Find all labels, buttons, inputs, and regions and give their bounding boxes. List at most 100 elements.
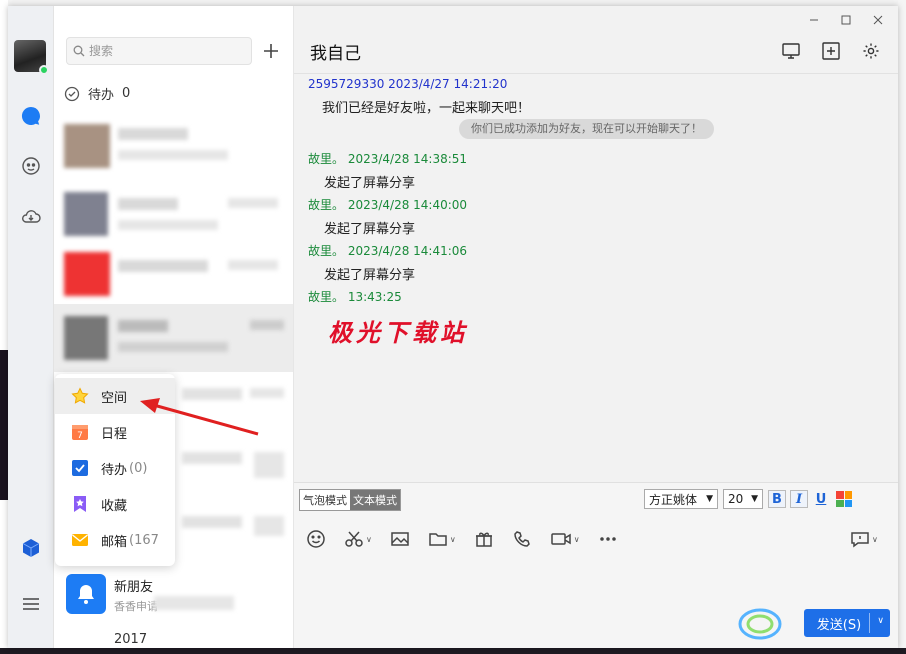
close-button[interactable]: [864, 10, 892, 30]
settings-gear-icon[interactable]: [860, 40, 882, 62]
todo-count: 0: [122, 86, 131, 101]
minimize-button[interactable]: [800, 10, 828, 30]
search-box[interactable]: [66, 37, 252, 65]
menu-item-favorites[interactable]: 收藏: [55, 486, 175, 522]
menu-item-calendar[interactable]: 7 日程: [55, 414, 175, 450]
todo-summary[interactable]: 待办 0: [64, 84, 130, 103]
color-palette-icon[interactable]: [836, 491, 852, 507]
screen-share-icon[interactable]: [780, 40, 802, 62]
minimize-icon: [810, 19, 818, 21]
message-meta: 故里。 2023/4/28 14:41:06: [308, 244, 468, 258]
new-friends-subtitle: 香香申请: [114, 600, 158, 613]
contacts-icon[interactable]: [19, 154, 43, 178]
composer-toolbar: ∨ ∨ ∨: [306, 527, 636, 551]
add-button[interactable]: [259, 39, 283, 63]
todo-label: 待办: [88, 88, 115, 103]
font-family-value: 方正姚体: [649, 492, 698, 507]
list-item[interactable]: [54, 240, 293, 308]
check-circle-icon: [64, 86, 80, 101]
watermark-text: 极光下载站: [328, 318, 468, 347]
menu-item-todo[interactable]: 待办 (0): [55, 450, 175, 486]
message-text[interactable]: 发起了屏幕分享: [324, 264, 415, 283]
chevron-down-icon: ∨: [366, 534, 372, 544]
message-meta: 故里。 2023/4/28 14:40:00: [308, 198, 468, 212]
chevron-down-icon: ∨: [573, 534, 580, 544]
desktop-bottom-edge: [0, 648, 906, 654]
chat-pane: 我自己 2595729330 2023/4/27 14:21:20 我们已经是好…: [294, 6, 898, 648]
list-item[interactable]: [54, 112, 293, 180]
scissors-icon: [345, 531, 363, 547]
calendar-icon: 7: [72, 425, 88, 441]
message-text[interactable]: 发起了屏幕分享: [324, 172, 415, 191]
desktop-right-edge: [898, 0, 906, 654]
file-button[interactable]: ∨: [428, 527, 456, 551]
mail-icon: [72, 534, 88, 546]
chevron-down-icon: ∨: [872, 534, 878, 544]
maximize-icon: [841, 15, 851, 25]
close-icon: [873, 15, 883, 25]
svg-text:7: 7: [77, 431, 83, 441]
mode-toggle: 气泡模式 文本模式: [299, 489, 401, 511]
menu-item-label: 待办: [101, 462, 128, 478]
maximize-button[interactable]: [832, 10, 860, 30]
menu-item-label: 邮箱: [101, 534, 128, 550]
menu-item-mail[interactable]: 邮箱 (167: [55, 522, 175, 558]
avatar[interactable]: [14, 40, 49, 75]
chat-header: 我自己: [294, 34, 898, 74]
menu-icon[interactable]: [19, 592, 43, 616]
cloud-icon[interactable]: [19, 204, 43, 228]
menu-item-space[interactable]: 空间: [55, 378, 175, 414]
video-call-button[interactable]: ∨: [550, 527, 580, 551]
system-tip: 你们已成功添加为好友，现在可以开始聊天了！: [459, 119, 714, 139]
add-member-icon[interactable]: [820, 40, 842, 62]
menu-item-count: (167: [129, 532, 159, 548]
bookmark-star-icon: [74, 496, 86, 512]
window-controls: [800, 10, 892, 30]
message-text[interactable]: 我们已经是好友啦，一起来聊天吧！: [322, 97, 530, 116]
search-input[interactable]: [89, 44, 239, 58]
font-size-select[interactable]: 20 ▼: [723, 489, 763, 509]
app-box-icon[interactable]: [19, 536, 43, 560]
emoji-button[interactable]: [306, 527, 326, 551]
todo-check-icon: [72, 460, 88, 476]
left-nav: [8, 6, 54, 648]
italic-button[interactable]: I: [790, 490, 808, 508]
list-item-year: 2017: [114, 632, 148, 647]
new-friends-item[interactable]: 新朋友 香香申请: [54, 566, 293, 622]
image-icon: [391, 532, 409, 546]
menu-item-count: (0): [129, 460, 148, 476]
site-logo-watermark: [738, 608, 782, 640]
chevron-down-icon: ▼: [706, 494, 713, 504]
chevron-down-icon: ▼: [751, 494, 758, 504]
online-status-dot: [39, 65, 49, 75]
text-mode-button[interactable]: 文本模式: [350, 490, 400, 510]
chevron-down-icon: ∨: [449, 534, 456, 544]
message-area: 2595729330 2023/4/27 14:21:20 我们已经是好友啦，一…: [294, 75, 898, 480]
image-button[interactable]: [390, 527, 410, 551]
message-text[interactable]: 发起了屏幕分享: [324, 218, 415, 237]
screenshot-button[interactable]: ∨: [344, 527, 372, 551]
desktop-left-edge: [0, 0, 8, 654]
bubble-mode-button[interactable]: 气泡模式: [300, 490, 350, 510]
message-meta: 故里。 13:43:25: [308, 290, 402, 304]
plus-icon: [264, 44, 278, 58]
underline-button[interactable]: U: [812, 490, 830, 508]
ellipsis-icon: [599, 537, 616, 541]
message-history-button[interactable]: ∨: [850, 527, 878, 551]
voice-call-button[interactable]: [512, 527, 532, 551]
chat-title: 我自己: [310, 44, 361, 64]
folder-icon: [429, 533, 447, 546]
gift-box-icon: [475, 532, 492, 547]
message-icon[interactable]: [19, 104, 43, 128]
video-camera-icon: [550, 533, 571, 545]
gift-button[interactable]: [474, 527, 494, 551]
more-button[interactable]: [598, 527, 618, 551]
message-meta: 故里。 2023/4/28 14:38:51: [308, 152, 468, 166]
bold-button[interactable]: B: [768, 490, 786, 508]
more-menu-popup: 空间 7 日程 待办 (0) 收藏 邮箱 (167: [55, 374, 175, 566]
list-item-selected[interactable]: [54, 304, 293, 372]
search-icon: [73, 45, 85, 57]
menu-item-label: 日程: [101, 426, 128, 442]
star-icon: [71, 387, 89, 404]
font-family-select[interactable]: 方正姚体 ▼: [644, 489, 718, 509]
